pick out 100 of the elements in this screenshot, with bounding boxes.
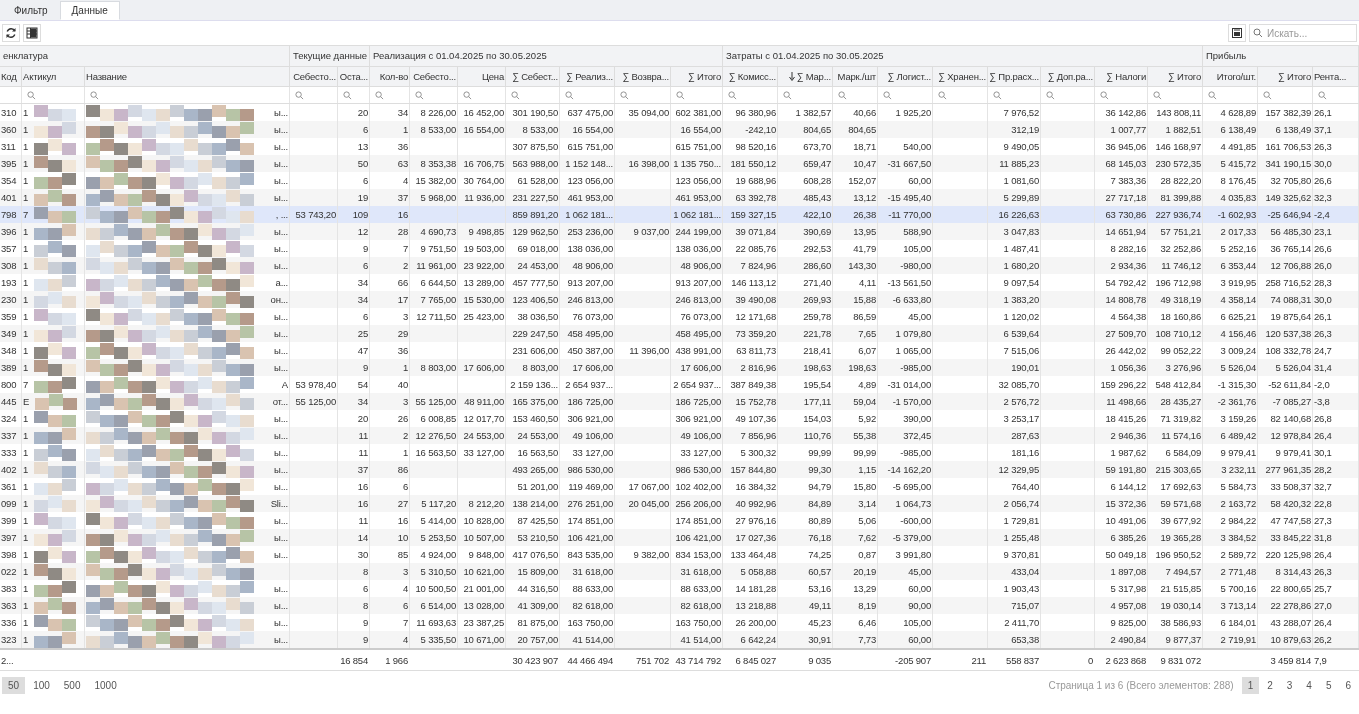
table-row[interactable]: 336 1 ы... 9 7 11 693,63 23 387,25 81 875,00 163 750,00 163 750,00 26 200,00 45,23 6,46 105,00 2 411,70 9 825,00 38 586,93 6 184,01 43 288,07 26,4 [0,614,1359,631]
search-icon[interactable] [1153,90,1162,100]
search-icon[interactable] [676,90,685,100]
search-icon[interactable] [1208,90,1217,100]
column-header[interactable]: Марк./шт [837,71,876,82]
table-row[interactable]: 798 7 , ... 53 743,20 109 16 859 891,20 1 062 181... 1 062 181... 159 327,15 422,10 26,38 -11 770,00 16 226,63 63 730,86 227 936,74 -1 602,93 -25 646,94 -2,4 [0,206,1359,223]
table-row[interactable]: 311 1 ы... 13 36 307 875,50 615 751,00 615 751,00 98 520,16 673,70 18,71 540,00 9 490,05 36 945,06 146 168,97 4 491,85 161 706,53 26,3 [0,138,1359,155]
search-icon[interactable] [993,90,1002,100]
search-icon[interactable] [375,90,384,100]
column-header[interactable]: ∑ Налоги [1106,71,1146,82]
table-row[interactable]: 349 1 ы... 25 29 229 247,50 458 495,00 458 495,00 73 359,20 221,78 7,65 1 079,80 6 539,64 27 509,70 108 710,12 4 156,46 120 537,38 26,3 [0,325,1359,342]
page-button[interactable]: 2 [1261,677,1279,694]
page-button[interactable]: 4 [1300,677,1318,694]
search-icon[interactable] [90,90,99,100]
page-size-button[interactable]: 100 [27,677,56,694]
tab[interactable]: Данные [59,1,120,20]
table-row[interactable]: 193 1 а... 34 66 6 644,50 13 289,00 457 777,50 913 207,00 913 207,00 146 113,12 271,40 4,11 -13 561,50 9 097,54 54 792,42 196 712,98 3 919,95 258 716,52 28,3 [0,274,1359,291]
table-row[interactable]: 363 1 ы... 8 6 6 514,00 13 028,00 41 309,00 82 618,00 82 618,00 13 218,88 49,11 8,19 90,00 715,07 4 957,08 19 030,14 3 713,14 22 278,86 27,0 [0,597,1359,614]
table-row[interactable]: 399 1 ы... 11 16 5 414,00 10 828,00 87 425,50 174 851,00 174 851,00 27 976,16 80,89 5,06 -600,00 1 729,81 10 491,06 39 677,92 2 984,22 47 747,58 27,3 [0,512,1359,529]
table-row[interactable]: 396 1 ы... 12 28 4 690,73 9 498,85 129 962,50 253 236,00 9 037,00 244 199,00 39 071,84 390,69 13,95 588,90 3 047,83 14 651,94 57 751,21 2 017,33 56 485,30 23,1 [0,223,1359,240]
table-row[interactable]: 397 1 ы... 14 10 5 253,50 10 507,00 53 210,50 106 421,00 106 421,00 17 027,36 76,18 7,62 -5 379,00 1 255,48 6 385,26 19 365,28 3 384,52 33 845,22 31,8 [0,529,1359,546]
search-field[interactable]: Искать... [1249,24,1357,42]
search-icon[interactable] [883,90,892,100]
column-header[interactable]: Итого/шт. [1216,71,1256,82]
search-icon[interactable] [838,90,847,100]
table-row[interactable]: 308 1 ы... 6 2 11 961,00 23 922,00 24 453,00 48 906,00 48 906,00 7 824,96 286,60 143,30 -980,00 1 680,20 2 934,36 11 746,12 6 353,44 12 706,88 26,0 [0,257,1359,274]
search-icon[interactable] [565,90,574,100]
column-header[interactable]: ∑ Комисс... [728,71,776,82]
export-button[interactable] [1228,24,1246,42]
table-cell: 6 644,50 [420,277,456,288]
table-row[interactable]: 323 1 ы... 9 4 5 335,50 10 671,00 20 757,00 41 514,00 41 514,00 6 642,24 30,91 7,73 60,00 653,38 2 490,84 9 877,37 2 719,91 10 879,63 26,2 [0,631,1359,648]
table-row[interactable]: 402 1 ы... 37 86 493 265,00 986 530,00 986 530,00 157 844,80 99,30 1,15 -14 162,20 12 329,95 59 191,80 215 303,65 3 232,11 277 961,35 28,2 [0,461,1359,478]
search-icon[interactable] [415,90,424,100]
search-icon[interactable] [783,90,792,100]
table-row[interactable]: 099 1 Sli... 16 27 5 117,20 8 212,20 138 214,00 276 251,00 20 045,00 256 206,00 40 992,96 84,89 3,14 1 064,73 2 056,74 15 372,36 59 571,68 2 163,72 58 420,32 22,8 [0,495,1359,512]
column-header[interactable]: ∑ Себест... [512,71,558,82]
column-header[interactable]: ∑ Логист... [887,71,931,82]
table-cell: 36 [397,141,408,152]
column-header[interactable]: ∑ Итого [1168,71,1201,82]
column-header[interactable]: ∑ Мар... [796,71,831,82]
search-icon[interactable] [728,90,737,100]
search-icon[interactable] [343,90,352,100]
search-icon[interactable] [27,90,36,100]
table-row[interactable]: 800 7 А 53 978,40 54 40 2 159 136... 2 654 937... 2 654 937... 387 849,38 195,54 4,89 -31 014,00 32 085,70 159 296,22 548 412,84 -1 315,30 -52 611,84 -2,0 [0,376,1359,393]
table-row[interactable]: 383 1 ы... 6 4 10 500,50 21 001,00 44 316,50 88 633,00 88 633,00 14 181,28 53,16 13,29 60,00 1 903,43 5 317,98 21 515,85 5 700,16 22 800,65 25,7 [0,580,1359,597]
column-header[interactable]: Оста... [339,71,368,82]
table-row[interactable]: 310 1 ы... 20 34 8 226,00 16 452,00 301 190,50 637 475,00 35 094,00 602 381,00 96 380,96 1 382,57 40,66 1 925,20 7 976,52 36 142,86 143 808,11 4 628,89 157 382,39 26,1 [0,104,1359,121]
table-row[interactable]: 357 1 ы... 9 7 9 751,50 19 503,00 69 018,00 138 036,00 138 036,00 22 085,76 292,53 41,79 105,00 1 487,41 8 282,16 32 252,86 5 252,16 36 765,14 26,6 [0,240,1359,257]
search-icon[interactable] [463,90,472,100]
table-row[interactable]: 354 1 ы... 6 4 15 382,00 30 764,00 61 528,00 123 056,00 123 056,00 19 688,96 608,28 152,07 60,00 1 081,60 7 383,36 28 822,20 8 176,45 32 705,80 26,6 [0,172,1359,189]
table-cell: 40,66 [853,107,876,118]
table-row[interactable]: 324 1 ы... 20 26 6 008,85 12 017,70 153 460,50 306 921,00 306 921,00 49 107,36 154,03 5,92 390,00 3 253,17 18 415,26 71 319,82 3 159,26 82 140,68 26,8 [0,410,1359,427]
search-icon[interactable] [295,90,304,100]
page-size-button[interactable]: 500 [57,677,87,694]
search-icon[interactable] [1100,90,1109,100]
table-row[interactable]: 360 1 ы... 6 1 8 533,00 16 554,00 8 533,00 16 554,00 16 554,00 -242,10 804,65 804,65 312,19 1 007,77 1 882,51 6 138,49 6 138,49 37,1 [0,121,1359,138]
table-row[interactable]: 445 Е от... 55 125,00 34 3 55 125,00 48 911,00 165 375,00 186 725,00 186 725,00 15 752,78 177,11 59,04 -1 570,00 2 576,72 11 498,66 28 435,27 -2 361,76 -7 085,27 -3,8 [0,393,1359,410]
table-row[interactable]: 359 1 ы... 6 3 12 711,50 25 423,00 38 036,50 76 073,00 76 073,00 12 171,68 259,78 86,59 45,00 1 120,02 4 564,38 18 160,86 6 625,21 19 875,64 26,1 [0,308,1359,325]
search-icon[interactable] [1263,90,1272,100]
column-header[interactable]: Название [86,71,127,82]
tab[interactable]: Фильтр [2,1,60,20]
column-header[interactable]: ∑ Хранен... [938,71,986,82]
table-cell: 1 382,57 [795,107,831,118]
page-size-button[interactable]: 50 [2,677,26,694]
column-header[interactable]: Код [1,71,17,82]
search-icon[interactable] [620,90,629,100]
table-cell: 2 [402,430,408,441]
page-button[interactable]: 6 [1339,677,1357,694]
table-row[interactable]: 395 1 ы... 50 63 8 353,38 16 706,75 563 988,00 1 152 148... 16 398,00 1 135 750... 181 550,12 659,47 10,47 -31 667,50 11 885,23 68 145,03 230 572,35 5 415,72 341 190,15 30,0 [0,155,1359,172]
table-row[interactable]: 361 1 ы... 16 6 51 201,00 119 469,00 17 067,00 102 402,00 16 384,32 94,79 15,80 -5 695,00 764,40 6 144,12 17 692,63 5 584,73 33 508,37 32,7 [0,478,1359,495]
column-header[interactable]: ∑ Итого [688,71,721,82]
column-header[interactable]: ∑ Возвра... [622,71,669,82]
page-size-button[interactable]: 1000 [88,677,123,694]
column-header[interactable]: Кол-во [379,71,408,82]
search-icon[interactable] [938,90,947,100]
table-row[interactable]: 230 1 он... 34 17 7 765,00 15 530,00 123 406,50 246 813,00 246 813,00 39 490,08 269,93 15,88 -6 633,80 1 383,20 14 808,78 49 318,19 4 358,14 74 088,31 30,0 [0,291,1359,308]
table-row[interactable]: 401 1 ы... 19 37 5 968,00 11 936,00 231 227,50 461 953,00 461 953,00 63 392,78 485,43 13,12 -15 495,40 5 299,89 27 717,18 81 399,88 4 035,83 149 325,62 32,3 [0,189,1359,206]
column-header[interactable]: Себесто... [293,71,336,82]
table-row[interactable]: 333 1 ы... 11 1 16 563,50 33 127,00 16 563,50 33 127,00 33 127,00 5 300,32 99,99 99,99 -985,00 181,16 1 987,62 6 584,09 9 979,41 9 979,41 30,1 [0,444,1359,461]
column-header[interactable]: ∑ Пр.расх... [989,71,1039,82]
column-header[interactable]: ∑ Реализ... [566,71,613,82]
column-chooser-button[interactable] [23,24,41,42]
column-header[interactable]: Себесто... [413,71,456,82]
page-button[interactable]: 3 [1280,677,1299,694]
column-header[interactable]: ∑ Доп.ра... [1047,71,1093,82]
search-icon[interactable] [1318,90,1327,100]
refresh-button[interactable] [2,24,20,42]
column-header[interactable]: Цена [481,71,504,82]
table-row[interactable]: 337 1 ы... 11 2 12 276,50 24 553,00 24 553,00 49 106,00 49 106,00 7 856,96 110,76 55,38 372,45 287,63 2 946,36 11 574,16 6 489,42 12 978,84 26,4 [0,427,1359,444]
page-button[interactable]: 5 [1319,677,1338,694]
search-icon[interactable] [511,90,520,100]
page-button[interactable]: 1 [1241,677,1260,694]
column-header[interactable]: Актикул [23,71,57,82]
table-row[interactable]: 389 1 ы... 9 1 8 803,00 17 606,00 8 803,00 17 606,00 17 606,00 2 816,96 198,63 198,63 -985,00 190,01 1 056,36 3 276,96 5 526,04 5 526,04 31,4 [0,359,1359,376]
search-icon[interactable] [1046,90,1055,100]
column-header[interactable]: Рента... [1314,71,1347,82]
table-row[interactable]: 398 1 ы... 30 85 4 924,00 9 848,00 417 076,50 843 535,00 9 382,00 834 153,00 133 464,48 74,25 0,87 3 991,80 9 370,81 50 049,18 196 950,52 2 589,72 220 125,98 26,4 [0,546,1359,563]
table-row[interactable]: 348 1 ы... 47 36 231 606,00 450 387,00 11 396,00 438 991,00 63 811,73 218,41 6,07 1 065,00 7 515,06 26 442,02 99 052,22 3 009,24 108 332,78 24,7 [0,342,1359,359]
table-row[interactable]: 022 1 8 3 5 310,50 10 621,00 15 809,00 31 618,00 31 618,00 5 058,88 60,57 20,19 45,00 433,04 1 897,08 7 494,57 2 771,48 8 314,43 26,3 [0,563,1359,580]
column-header[interactable]: ∑ Итого [1278,71,1311,82]
